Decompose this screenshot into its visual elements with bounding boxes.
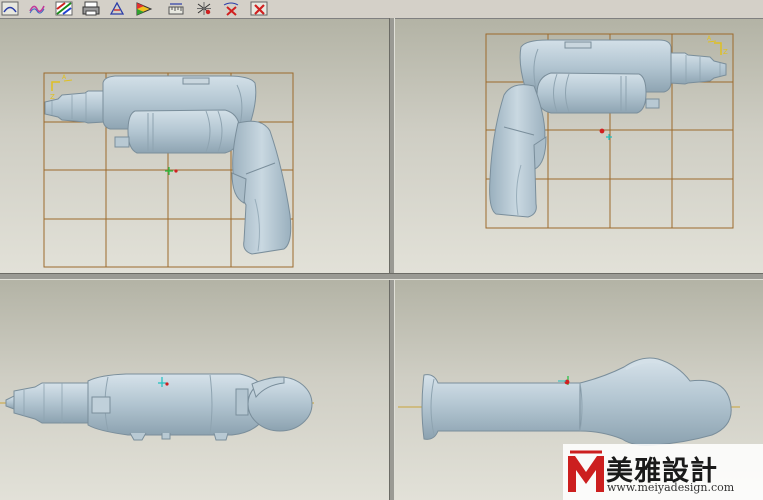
drill-model: [489, 39, 727, 218]
watermark: 美雅設計 www.meiyadesign.com: [563, 444, 763, 500]
toolbar: [0, 0, 763, 19]
delete-icon[interactable]: [249, 0, 269, 17]
viewport-top-right[interactable]: Z A: [394, 19, 763, 273]
viewport-bottom-left[interactable]: [0, 279, 389, 500]
coordinate-system-marker: Z A: [707, 35, 728, 56]
meiya-logo-icon: [568, 450, 604, 492]
measure-icon[interactable]: [166, 0, 186, 17]
curve-icon[interactable]: [0, 0, 20, 17]
drill-model: [421, 357, 732, 446]
viewport-splitter-horizontal[interactable]: [0, 273, 763, 280]
drill-model: [5, 373, 313, 441]
viewport-top-left[interactable]: Z A: [0, 19, 389, 273]
drill-top-view: [0, 373, 314, 441]
surface-icon[interactable]: [27, 0, 47, 17]
drill-side-view-right: Z A: [485, 33, 734, 229]
svg-text:A: A: [707, 35, 712, 42]
print-icon[interactable]: [81, 0, 101, 17]
mesh-icon[interactable]: [194, 0, 214, 17]
svg-text:A: A: [62, 74, 67, 81]
drill-side-view-left: Z A: [43, 72, 294, 268]
delete-mesh-icon[interactable]: [221, 0, 241, 17]
color-swatch-icon[interactable]: [54, 0, 74, 17]
analysis-icon[interactable]: [107, 0, 127, 17]
viewport-splitter-vertical[interactable]: [389, 18, 395, 500]
origin-marker: [165, 167, 178, 175]
paint-icon[interactable]: [134, 0, 154, 17]
watermark-url: www.meiyadesign.com: [607, 481, 735, 494]
svg-text:Z: Z: [723, 48, 728, 56]
